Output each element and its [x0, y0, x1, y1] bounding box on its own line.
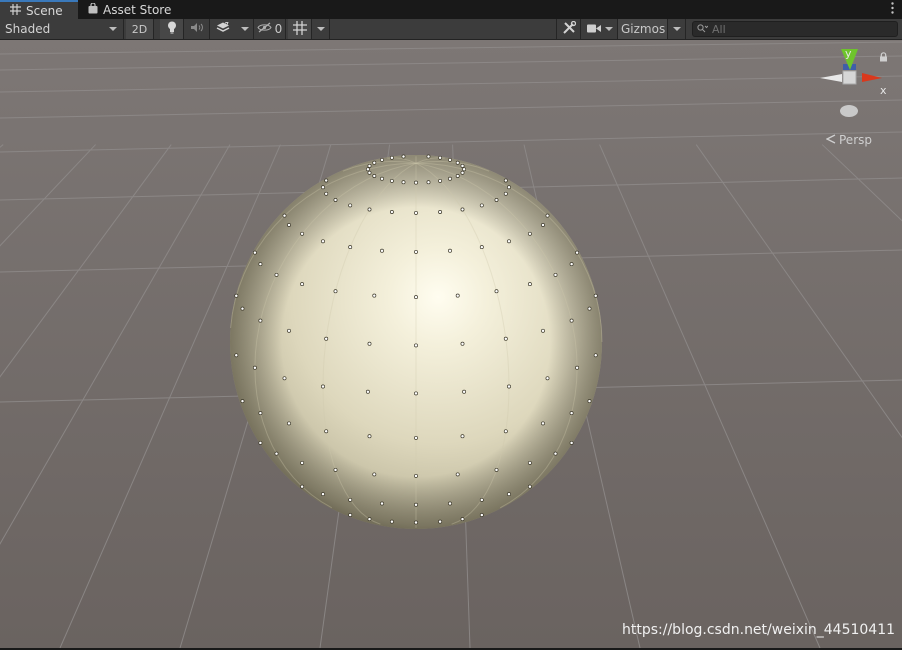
scene-viewport[interactable]: y x: [0, 40, 902, 648]
chevron-down-icon: [109, 27, 117, 31]
layers-icon: [216, 20, 230, 37]
shading-mode-dropdown[interactable]: Shaded: [0, 19, 124, 39]
grid-snap-icon: [292, 20, 307, 38]
effects-dropdown[interactable]: [236, 19, 254, 39]
scene-search-field[interactable]: [692, 21, 898, 37]
tab-asset-store[interactable]: Asset Store: [78, 0, 181, 19]
axis-x-label: x: [880, 84, 887, 97]
gizmos-dropdown[interactable]: [668, 19, 686, 39]
effects-toggle-button[interactable]: [210, 19, 236, 39]
gizmos-toggle-button[interactable]: Gizmos: [618, 19, 668, 39]
grid-toggle-button[interactable]: [288, 19, 312, 39]
kebab-menu-icon[interactable]: [891, 2, 894, 17]
chevron-down-icon: [604, 27, 613, 31]
lighting-toggle-button[interactable]: [160, 19, 184, 39]
tab-asset-store-label: Asset Store: [103, 2, 172, 17]
chevron-left-icon: [825, 133, 836, 147]
chevron-down-icon: [240, 27, 249, 31]
projection-label: Persp: [839, 133, 872, 147]
hidden-count: 0: [274, 22, 283, 36]
tools-button[interactable]: [556, 19, 581, 39]
chevron-down-icon: [316, 27, 325, 31]
axis-y-label: y: [845, 47, 852, 60]
audio-toggle-button[interactable]: [185, 19, 210, 39]
grid-dropdown[interactable]: [312, 19, 330, 39]
lightbulb-icon: [167, 21, 177, 37]
wrench-screwdriver-icon: [562, 20, 576, 38]
projection-toggle[interactable]: Persp: [825, 133, 872, 147]
2d-toggle-button[interactable]: 2D: [126, 19, 154, 39]
camera-settings-dropdown[interactable]: [582, 19, 618, 39]
sphere-mesh: [230, 154, 603, 529]
hidden-objects-toggle[interactable]: 0: [254, 19, 286, 39]
shading-mode-label: Shaded: [5, 22, 51, 36]
scene-toolbar: Shaded 2D 0 Gizmos All: [0, 19, 902, 40]
video-camera-icon: [586, 22, 601, 36]
tab-scene-label: Scene: [26, 3, 63, 18]
chevron-down-icon: [672, 27, 681, 31]
grid-icon: [10, 3, 21, 18]
shopping-bag-icon: [88, 1, 98, 17]
tab-scene[interactable]: Scene: [0, 0, 78, 19]
eye-slash-icon: [257, 22, 272, 36]
scene-render: y x: [0, 40, 902, 648]
search-input[interactable]: [712, 22, 892, 36]
watermark-text: https://blog.csdn.net/weixin_44510411: [622, 622, 896, 638]
window-tab-bar: Scene Asset Store: [0, 0, 902, 19]
search-icon: [697, 22, 709, 36]
speaker-icon: [190, 22, 204, 36]
